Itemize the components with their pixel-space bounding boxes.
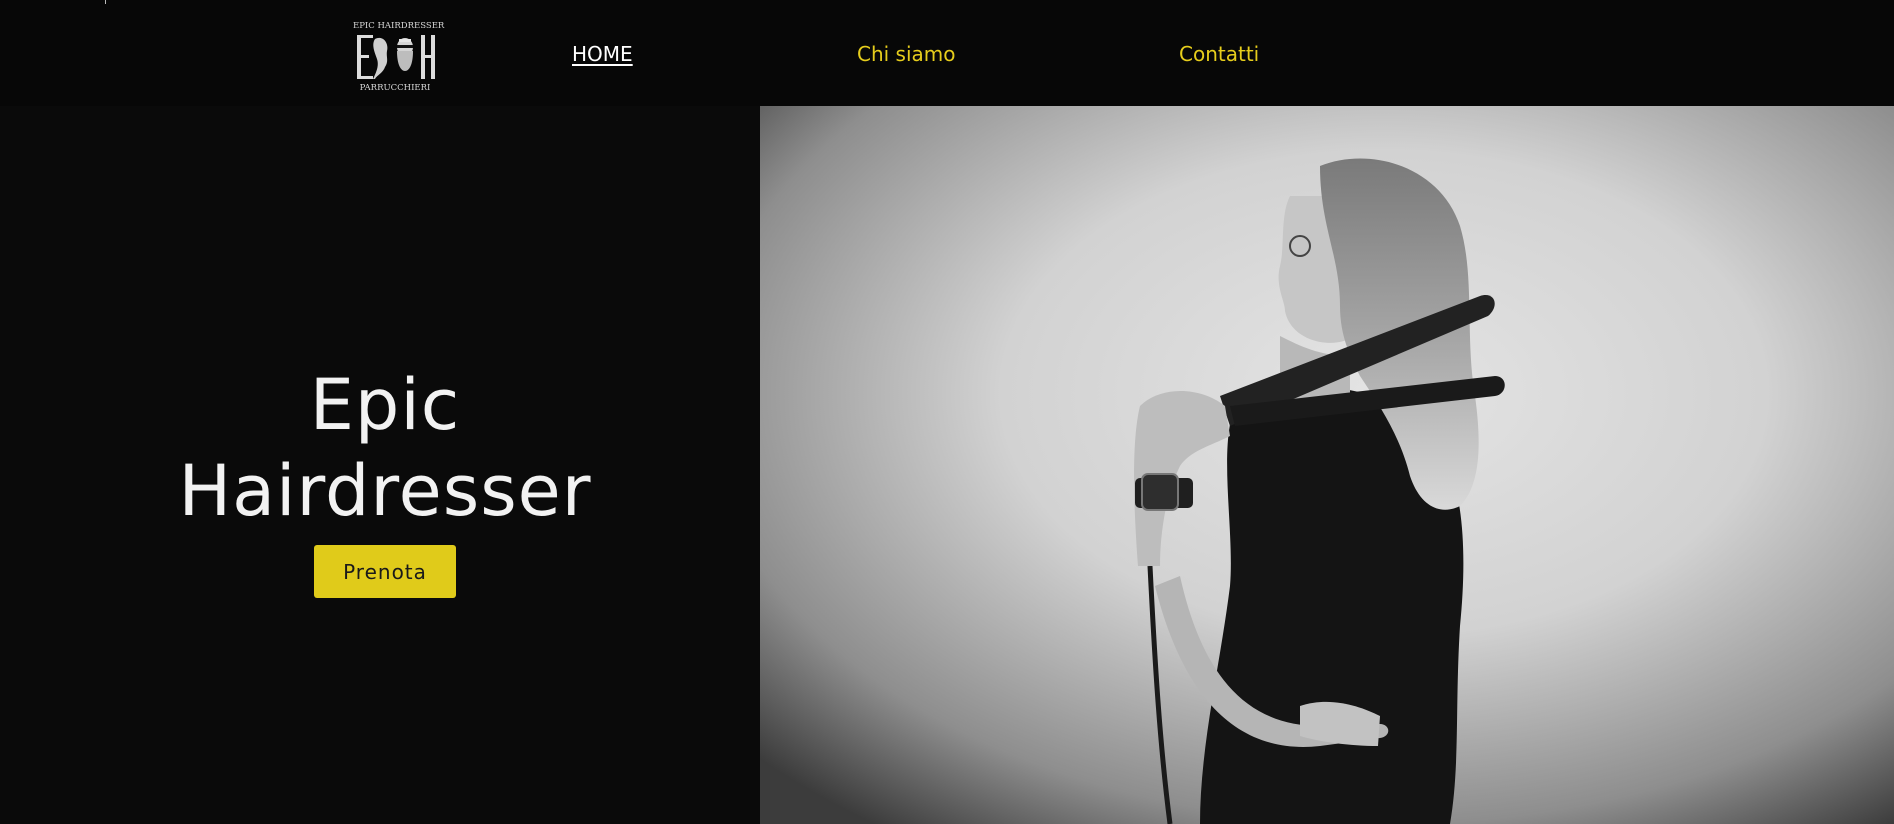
site-header: EPIC HAIRDRESSER PARRUCCHIERI HOME Chi s… [0,0,1894,106]
prenota-button[interactable]: Prenota [314,545,456,598]
nav-home[interactable]: HOME [572,42,633,66]
hero-title: Epic Hairdresser [140,362,630,534]
hairdresser-photo-image [760,106,1894,824]
hero-title-line-2: Hairdresser [178,450,592,532]
corner-mark [105,0,106,4]
site-logo[interactable]: EPIC HAIRDRESSER PARRUCCHIERI [353,21,445,93]
nav-contatti[interactable]: Contatti [1179,42,1259,66]
nav-chi-siamo[interactable]: Chi siamo [857,42,956,66]
logo-monogram-icon [357,35,435,79]
logo-bottom-text: PARRUCCHIERI [359,83,431,93]
logo-top-text: EPIC HAIRDRESSER [353,21,445,31]
hero-title-line-1: Epic [309,364,461,446]
hero-photo [760,106,1894,824]
page: EPIC HAIRDRESSER PARRUCCHIERI HOME Chi s… [0,0,1894,824]
